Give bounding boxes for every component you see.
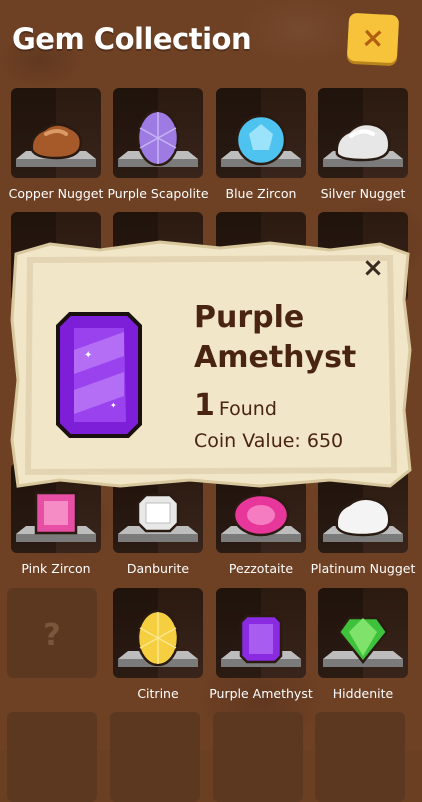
gem-label: Platinum Nugget xyxy=(310,561,416,576)
unknown-gem-icon: ? xyxy=(43,618,61,653)
gem-tile-citrine[interactable] xyxy=(113,588,203,678)
copper-nugget-icon xyxy=(30,123,83,160)
gem-tile-purple-amethyst[interactable] xyxy=(216,588,306,678)
close-icon: × xyxy=(360,20,386,55)
gem-label: Purple Scapolite xyxy=(107,186,209,201)
gem-label: Copper Nugget xyxy=(8,186,104,201)
pezzotaite-icon xyxy=(232,493,290,537)
gem-tile-locked[interactable]: ? xyxy=(7,588,97,678)
purple-amethyst-large-icon: ✦ ✦ xyxy=(56,312,142,438)
close-button[interactable]: × xyxy=(346,12,400,64)
gem-tile-purple-scapolite[interactable] xyxy=(113,88,203,178)
gem-tile[interactable] xyxy=(110,712,200,802)
gem-label: Danburite xyxy=(126,561,190,576)
gem-tile[interactable] xyxy=(213,712,303,802)
gem-label: Hiddenite xyxy=(332,686,394,701)
popup-close-icon[interactable]: × xyxy=(360,255,386,281)
silver-nugget-icon xyxy=(335,122,391,162)
svg-text:✦: ✦ xyxy=(110,401,117,410)
blue-zircon-icon xyxy=(235,114,287,166)
gem-tile[interactable] xyxy=(7,712,97,802)
page-title: Gem Collection xyxy=(12,22,252,56)
svg-text:✦: ✦ xyxy=(84,350,92,361)
purple-scapolite-icon xyxy=(136,109,180,166)
gem-label: Purple Amethyst xyxy=(209,686,313,701)
gem-tile-silver-nugget[interactable] xyxy=(318,88,408,178)
hiddenite-icon xyxy=(337,616,389,665)
gem-name: Purple Amethyst xyxy=(194,300,357,375)
citrine-icon xyxy=(136,609,180,666)
gem-tile-blue-zircon[interactable] xyxy=(216,88,306,178)
gem-tile[interactable] xyxy=(315,712,405,802)
danburite-icon xyxy=(136,493,180,533)
gem-label: Blue Zircon xyxy=(225,186,297,201)
coin-value: Coin Value: 650 xyxy=(194,430,344,452)
gem-label: Pezzotaite xyxy=(228,561,294,576)
gem-tile-hiddenite[interactable] xyxy=(318,588,408,678)
gem-label: Citrine xyxy=(137,686,179,701)
gem-label: Silver Nugget xyxy=(320,186,406,201)
pink-zircon-icon xyxy=(34,491,78,535)
found-count: 1 Found xyxy=(194,388,277,423)
purple-amethyst-icon xyxy=(239,614,283,664)
gem-tile-copper-nugget[interactable] xyxy=(11,88,101,178)
platinum-nugget-icon xyxy=(335,497,391,537)
gem-label: Pink Zircon xyxy=(21,561,91,576)
